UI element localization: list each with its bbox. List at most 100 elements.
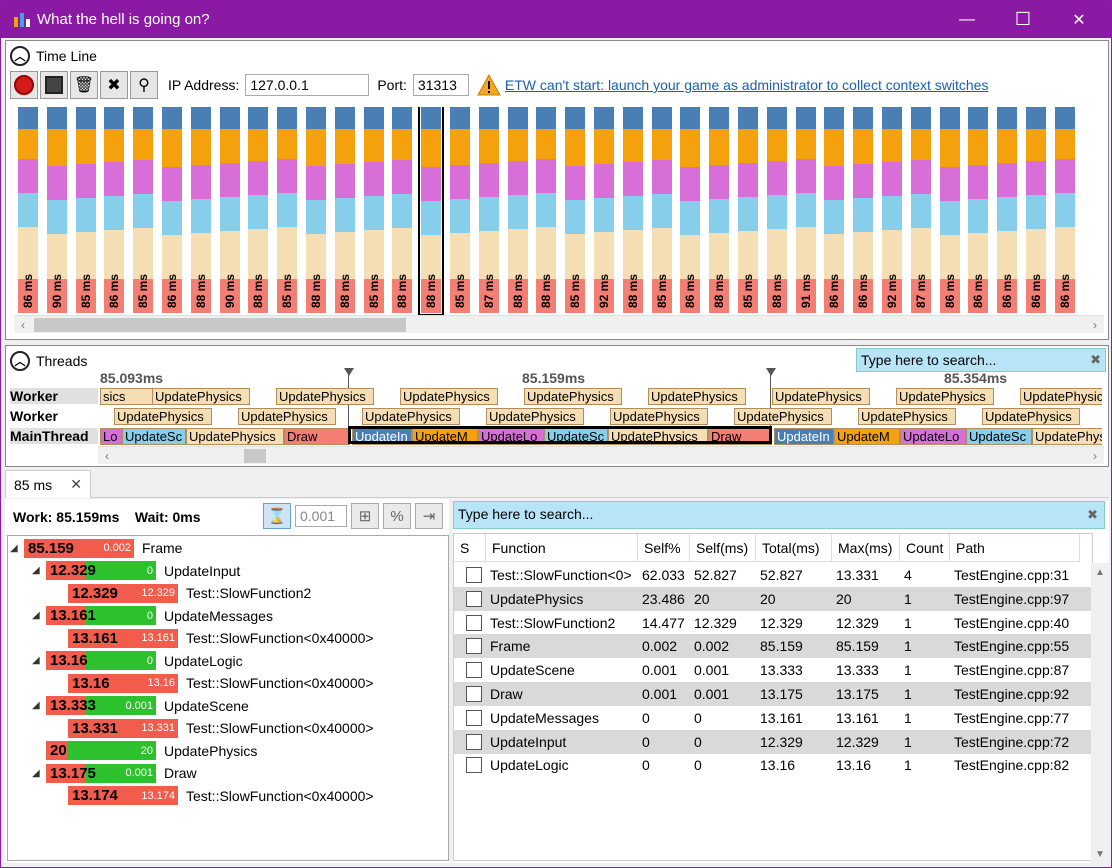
frame-bar[interactable]: 85 ms <box>133 107 154 313</box>
table-row[interactable]: Test::SlowFunction2 14.477 12.329 12.329 12.… <box>454 611 1092 635</box>
column-header[interactable]: Max(ms) <box>832 534 900 562</box>
thread-event-block[interactable]: UpdatePhysics <box>648 388 746 405</box>
clear-button[interactable]: 🗑 <box>70 71 98 99</box>
expand-triangle-icon[interactable]: ◢ <box>32 655 46 666</box>
frame-bar[interactable]: 85 ms <box>75 107 96 313</box>
thread-event-block[interactable]: UpdatePhysics <box>772 388 870 405</box>
frame-bar[interactable]: 86 ms <box>853 107 874 313</box>
column-header[interactable]: Self% <box>638 534 690 562</box>
thread-event-block[interactable]: UpdatePhysics <box>858 408 956 425</box>
frame-bar[interactable]: 86 ms <box>939 107 960 313</box>
thread-event-block[interactable]: UpdatePhysics <box>608 428 708 445</box>
tree-node[interactable]: 13.161 13.161 Test::SlowFunction<0x40000> <box>54 628 374 648</box>
scroll-right-icon[interactable]: › <box>1086 316 1104 334</box>
frame-bar[interactable]: 85 ms <box>277 107 298 313</box>
clear-pins-button[interactable]: ✖ <box>100 71 128 99</box>
scroll-up-icon[interactable]: ▲ <box>1091 563 1109 581</box>
thread-event-block[interactable]: UpdateSc <box>966 428 1032 445</box>
frame-bar[interactable]: 88 ms <box>709 107 730 313</box>
expand-triangle-icon[interactable]: ◢ <box>32 768 46 779</box>
expand-triangle-icon[interactable]: ◢ <box>10 543 24 554</box>
vertical-scrollbar[interactable]: ▲ ▼ <box>1091 563 1109 863</box>
thread-event-block[interactable]: Lo <box>100 428 122 445</box>
table-row[interactable]: Draw 0.001 0.001 13.175 13.175 1 TestEngine.cp… <box>454 682 1092 706</box>
scroll-right-icon[interactable]: › <box>1086 447 1104 465</box>
close-button[interactable]: ✕ <box>1051 1 1107 38</box>
group-button[interactable]: ⊞ <box>351 503 379 529</box>
frame-bar[interactable]: 86 ms <box>824 107 845 313</box>
thread-event-block[interactable]: Draw <box>708 428 772 445</box>
scroll-left-icon[interactable]: ‹ <box>98 447 116 465</box>
maximize-button[interactable]: ☐ <box>995 1 1051 38</box>
thread-event-block[interactable]: UpdateLo <box>900 428 966 445</box>
row-checkbox[interactable] <box>466 638 482 655</box>
clear-search-icon[interactable]: ✖ <box>1090 352 1101 368</box>
frame-bar[interactable]: 85 ms <box>651 107 672 313</box>
collapse-threads-icon[interactable]: ︿ <box>10 351 30 371</box>
frame-bar[interactable]: 90 ms <box>219 107 240 313</box>
export-button[interactable]: ⇥ <box>415 503 443 529</box>
frame-bar[interactable]: 87 ms <box>478 107 499 313</box>
thread-event-block[interactable]: UpdatePhysics <box>400 388 498 405</box>
thread-event-block[interactable]: UpdatePhysics <box>362 408 460 425</box>
column-header[interactable]: Self(ms) <box>690 534 756 562</box>
frame-bar[interactable]: 85 ms <box>450 107 470 313</box>
column-header[interactable]: Path <box>950 534 1080 562</box>
tree-node[interactable]: ◢ 13.16 0 UpdateLogic <box>32 651 243 671</box>
thread-event-block[interactable]: UpdatePhysics <box>524 388 622 405</box>
frame-bar[interactable]: 86 ms <box>1054 107 1075 313</box>
frame-bar[interactable]: 91 ms <box>795 107 816 313</box>
tree-node[interactable]: ◢ 13.333 0.001 UpdateScene <box>32 696 249 716</box>
thread-event-block[interactable]: UpdatePhysics <box>1020 388 1102 405</box>
expand-triangle-icon[interactable]: ◢ <box>32 565 46 576</box>
thread-event-block[interactable]: Draw <box>284 428 350 445</box>
frame-bar[interactable]: 90 ms <box>46 107 67 313</box>
row-checkbox[interactable] <box>466 733 482 750</box>
frame-bar[interactable]: 86 ms <box>104 107 125 313</box>
minimize-button[interactable]: — <box>939 1 995 38</box>
tree-node[interactable]: ◢ 85.159 0.002 Frame <box>10 538 182 558</box>
frame-bar[interactable]: 88 ms <box>418 107 445 316</box>
frame-bar[interactable]: 86 ms <box>997 107 1018 313</box>
frame-bar[interactable]: 88 ms <box>190 107 211 313</box>
row-checkbox[interactable] <box>466 590 482 607</box>
thread-event-block[interactable]: UpdatePhysics <box>896 388 994 405</box>
frame-bar[interactable]: 88 ms <box>536 107 557 313</box>
table-row[interactable]: UpdateScene 0.001 0.001 13.333 13.333 1 TestEn… <box>454 658 1092 682</box>
table-row[interactable]: UpdateMessages 0 0 13.161 13.161 1 TestEngine.… <box>454 706 1092 730</box>
frame-bar[interactable]: 88 ms <box>306 107 326 313</box>
table-row[interactable]: UpdateLogic 0 0 13.16 13.16 1 TestEngine.cpp:8… <box>454 753 1092 777</box>
frame-bar[interactable]: 86 ms <box>968 107 989 313</box>
functions-search-input[interactable]: Type here to search... ✖ <box>453 501 1105 529</box>
ip-address-input[interactable] <box>245 74 370 96</box>
tab-frame[interactable]: 85 ms ✕ <box>5 470 91 498</box>
threads-scroll-thumb[interactable] <box>244 449 266 463</box>
clear-search-icon[interactable]: ✖ <box>1087 507 1098 523</box>
thread-event-block[interactable]: UpdateM <box>834 428 900 445</box>
frame-bar[interactable]: 85 ms <box>363 107 384 313</box>
row-checkbox[interactable] <box>466 614 482 631</box>
row-checkbox[interactable] <box>466 662 482 679</box>
row-checkbox[interactable] <box>466 757 482 774</box>
tree-node[interactable]: ◢ 13.161 0 UpdateMessages <box>32 606 273 626</box>
table-row[interactable]: UpdatePhysics 23.486 20 20 20 1 TestEngine.cpp… <box>454 586 1092 611</box>
frame-bar[interactable]: 86 ms <box>18 107 38 313</box>
thread-event-block[interactable]: UpdatePhysics <box>186 428 284 445</box>
frame-bar[interactable]: 87 ms <box>910 107 931 313</box>
record-button[interactable] <box>10 71 38 99</box>
percent-button[interactable]: % <box>383 503 411 529</box>
frame-bar[interactable]: 92 ms <box>882 107 902 313</box>
frame-bar[interactable]: 85 ms <box>565 107 586 313</box>
column-header[interactable]: Count <box>900 534 950 562</box>
thread-event-block[interactable]: UpdatePhysics <box>734 408 832 425</box>
thread-event-block[interactable]: UpdatePhysics <box>610 408 708 425</box>
thread-event-block[interactable]: UpdateSc <box>544 428 608 445</box>
frame-bar[interactable]: 88 ms <box>334 107 355 313</box>
timeline-scroll-thumb[interactable] <box>34 318 406 332</box>
filter-threshold-input[interactable] <box>295 505 347 527</box>
timeline-scrollbar[interactable]: ‹ › <box>14 315 1104 333</box>
threads-search-input[interactable]: Type here to search... ✖ <box>856 348 1106 372</box>
table-row[interactable]: Test::SlowFunction<0> 62.033 52.827 52.827 1… <box>454 563 1092 587</box>
column-header[interactable]: Function <box>486 534 638 562</box>
frame-bar[interactable]: 86 ms <box>1026 107 1046 313</box>
